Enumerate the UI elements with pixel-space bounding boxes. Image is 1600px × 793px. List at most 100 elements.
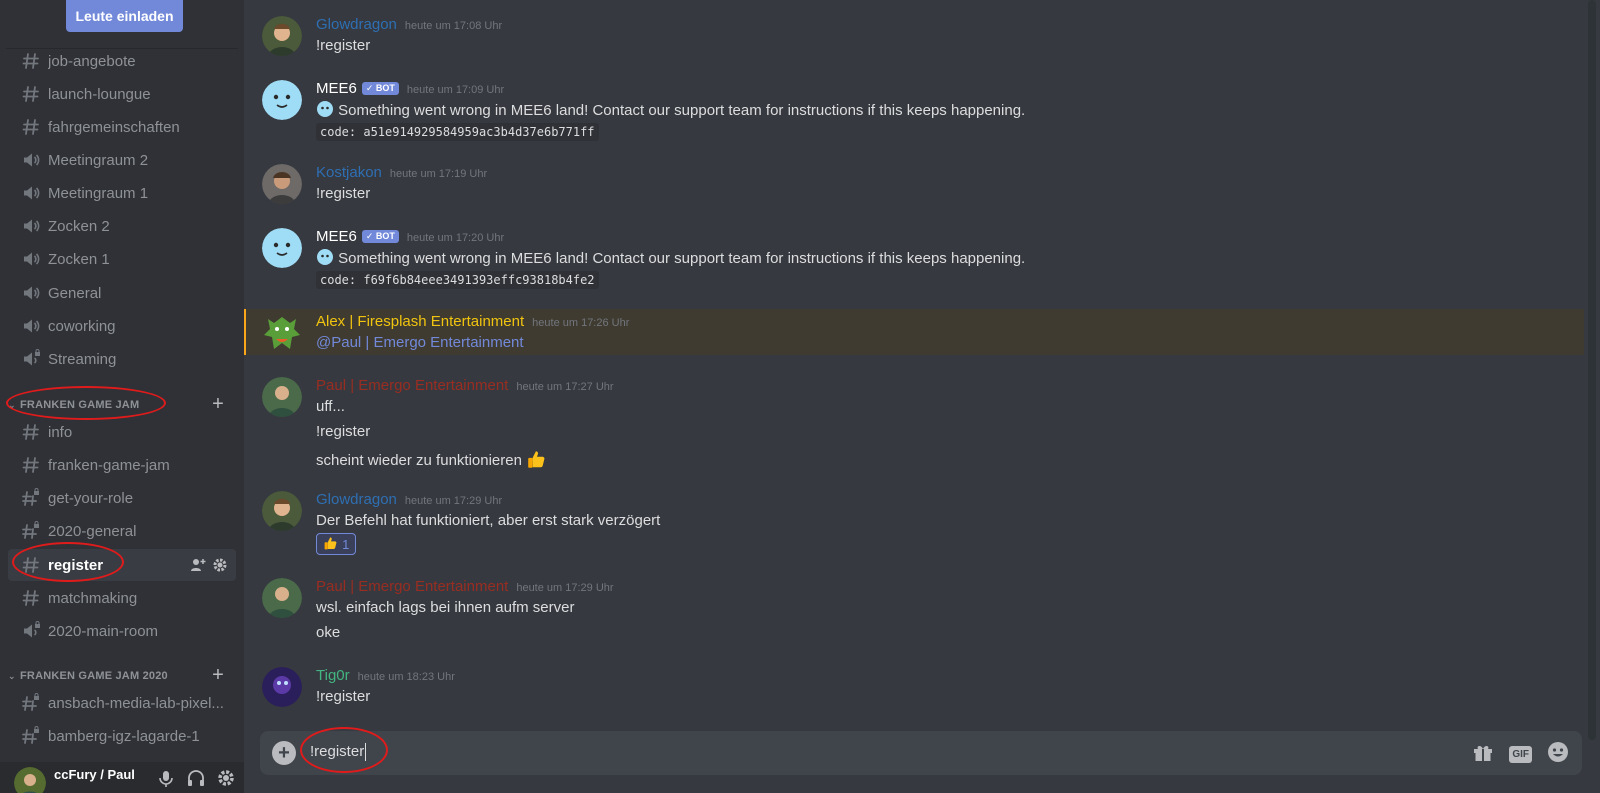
composer-actions: GIF xyxy=(1471,740,1570,769)
channel-label: coworking xyxy=(48,317,116,335)
channel-actions xyxy=(190,557,228,577)
channel-fahrgemeinschaften[interactable]: fahrgemeinschaften xyxy=(8,111,236,143)
channel-label: Zocken 2 xyxy=(48,217,110,235)
message: Glowdragon heute um 17:08 Uhr !register xyxy=(244,12,1584,62)
avatar[interactable] xyxy=(262,80,302,120)
channel-launch-loungue[interactable]: launch-loungue xyxy=(8,78,236,110)
author-name[interactable]: Glowdragon xyxy=(316,16,397,33)
channel-job-angebote[interactable]: job-angebote xyxy=(8,45,236,77)
channel-register[interactable]: register xyxy=(8,549,236,581)
avatar[interactable] xyxy=(262,228,302,268)
channel-matchmaking[interactable]: matchmaking xyxy=(8,582,236,614)
avatar[interactable] xyxy=(262,491,302,531)
author-name[interactable]: MEE6 xyxy=(316,80,357,97)
create-channel-icon[interactable]: + xyxy=(212,393,224,416)
author-name[interactable]: Tig0r xyxy=(316,667,350,684)
invite-people-button[interactable]: Leute einladen xyxy=(66,0,183,32)
channel-sidebar: Leute einladen job-angebote launch-loung… xyxy=(0,0,244,793)
message-text: oke xyxy=(316,624,341,641)
author-name[interactable]: Kostjakon xyxy=(316,164,382,181)
author-name[interactable]: MEE6 xyxy=(316,228,357,245)
avatar[interactable] xyxy=(262,667,302,707)
message: MEE6 ✓ BOT heute um 17:09 Uhr Something … xyxy=(244,76,1584,148)
category-franken-game-jam-2020[interactable]: ⌄ FRANKEN GAME JAM 2020 + xyxy=(8,664,236,687)
username: ccFury / Paul xyxy=(54,767,135,782)
user-mention[interactable]: @Paul | Emergo Entertainment xyxy=(316,334,524,351)
gear-icon[interactable] xyxy=(216,768,236,793)
channel-label: launch-loungue xyxy=(48,85,151,103)
locked-speaker-icon xyxy=(20,621,42,641)
scrollbar[interactable] xyxy=(1588,0,1596,740)
message-text: !register xyxy=(316,423,371,440)
timestamp: heute um 17:19 Uhr xyxy=(389,168,488,180)
gif-button[interactable]: GIF xyxy=(1509,746,1532,763)
message-header: Kostjakon heute um 17:19 Uhr xyxy=(316,164,487,181)
avatar[interactable] xyxy=(262,16,302,56)
avatar[interactable] xyxy=(262,313,302,353)
microphone-icon[interactable] xyxy=(156,768,176,793)
message: Paul | Emergo Entertainment heute um 17:… xyxy=(244,373,1584,473)
gift-icon[interactable] xyxy=(1471,740,1495,769)
author-name[interactable]: Alex | Firesplash Entertainment xyxy=(316,313,524,330)
voice-channel-meetingraum-1[interactable]: Meetingraum 1 xyxy=(8,177,236,209)
locked-hash-icon xyxy=(20,726,42,746)
hash-icon xyxy=(20,117,42,137)
message: Paul | Emergo Entertainment heute um 17:… xyxy=(244,574,1584,646)
voice-channel-zocken-2[interactable]: Zocken 2 xyxy=(8,210,236,242)
message-text: scheint wieder zu funktionieren xyxy=(316,448,548,474)
author-name[interactable]: Paul | Emergo Entertainment xyxy=(316,377,508,394)
headphones-icon[interactable] xyxy=(186,768,206,793)
speaker-icon xyxy=(20,283,42,303)
channel-ansbach-media-lab[interactable]: ansbach-media-lab-pixel... xyxy=(8,687,236,719)
timestamp: heute um 17:27 Uhr xyxy=(516,381,614,393)
timestamp: heute um 17:26 Uhr xyxy=(532,317,630,329)
text-caret xyxy=(365,743,367,762)
message-input[interactable]: !register xyxy=(310,743,367,762)
hash-icon xyxy=(20,455,42,475)
voice-channel-coworking[interactable]: coworking xyxy=(8,310,236,342)
message-header: Glowdragon heute um 17:29 Uhr xyxy=(316,491,502,508)
channel-label: matchmaking xyxy=(48,589,138,607)
hash-icon xyxy=(20,588,42,608)
add-member-icon[interactable] xyxy=(190,557,206,577)
author-name[interactable]: Paul | Emergo Entertainment xyxy=(316,578,508,595)
channel-label: 2020-main-room xyxy=(48,622,159,640)
voice-channel-meetingraum-2[interactable]: Meetingraum 2 xyxy=(8,144,236,176)
reaction-thumbs-up[interactable]: 1 xyxy=(316,533,356,555)
inline-code: code: f69f6b84eee3491393effc93818b4fe2 xyxy=(316,271,599,289)
timestamp: heute um 18:23 Uhr xyxy=(357,671,455,683)
category-franken-game-jam[interactable]: ⌄ FRANKEN GAME JAM + xyxy=(8,393,236,416)
channel-label: Streaming xyxy=(48,350,117,368)
hash-icon xyxy=(20,555,42,575)
channel-2020-general[interactable]: 2020-general xyxy=(8,515,236,547)
channel-franken-game-jam[interactable]: franken-game-jam xyxy=(8,449,236,481)
channel-label: info xyxy=(48,423,73,441)
thumbs-up-icon xyxy=(526,448,548,474)
channel-label: General xyxy=(48,284,102,302)
channel-label: Zocken 1 xyxy=(48,250,110,268)
avatar[interactable] xyxy=(14,766,46,793)
upload-plus-icon[interactable]: + xyxy=(272,741,296,765)
voice-channel-zocken-1[interactable]: Zocken 1 xyxy=(8,243,236,275)
message-text: !register xyxy=(316,185,371,202)
message-composer[interactable]: + !register GIF xyxy=(260,731,1582,775)
chevron-down-icon: ⌄ xyxy=(8,399,16,410)
voice-channel-2020-main-room[interactable]: 2020-main-room xyxy=(8,615,236,647)
voice-channel-general[interactable]: General xyxy=(8,277,236,309)
create-channel-icon[interactable]: + xyxy=(212,664,224,687)
avatar[interactable] xyxy=(262,164,302,204)
channel-get-your-role[interactable]: get-your-role xyxy=(8,482,236,514)
author-name[interactable]: Glowdragon xyxy=(316,491,397,508)
avatar[interactable] xyxy=(262,377,302,417)
message-header: Paul | Emergo Entertainment heute um 17:… xyxy=(316,578,614,595)
avatar[interactable] xyxy=(262,578,302,618)
channel-bamberg-igz-lagarde-1[interactable]: bamberg-igz-lagarde-1 xyxy=(8,720,236,752)
channel-info[interactable]: info xyxy=(8,416,236,448)
voice-channel-streaming[interactable]: Streaming xyxy=(8,343,236,375)
discord-window: Leute einladen job-angebote launch-loung… xyxy=(0,0,1600,793)
message-header: Tig0r heute um 18:23 Uhr xyxy=(316,667,455,684)
gear-icon[interactable] xyxy=(212,557,228,577)
emoji-picker-icon[interactable] xyxy=(1546,740,1570,769)
speaker-icon xyxy=(20,150,42,170)
thumbs-up-icon xyxy=(323,535,339,554)
